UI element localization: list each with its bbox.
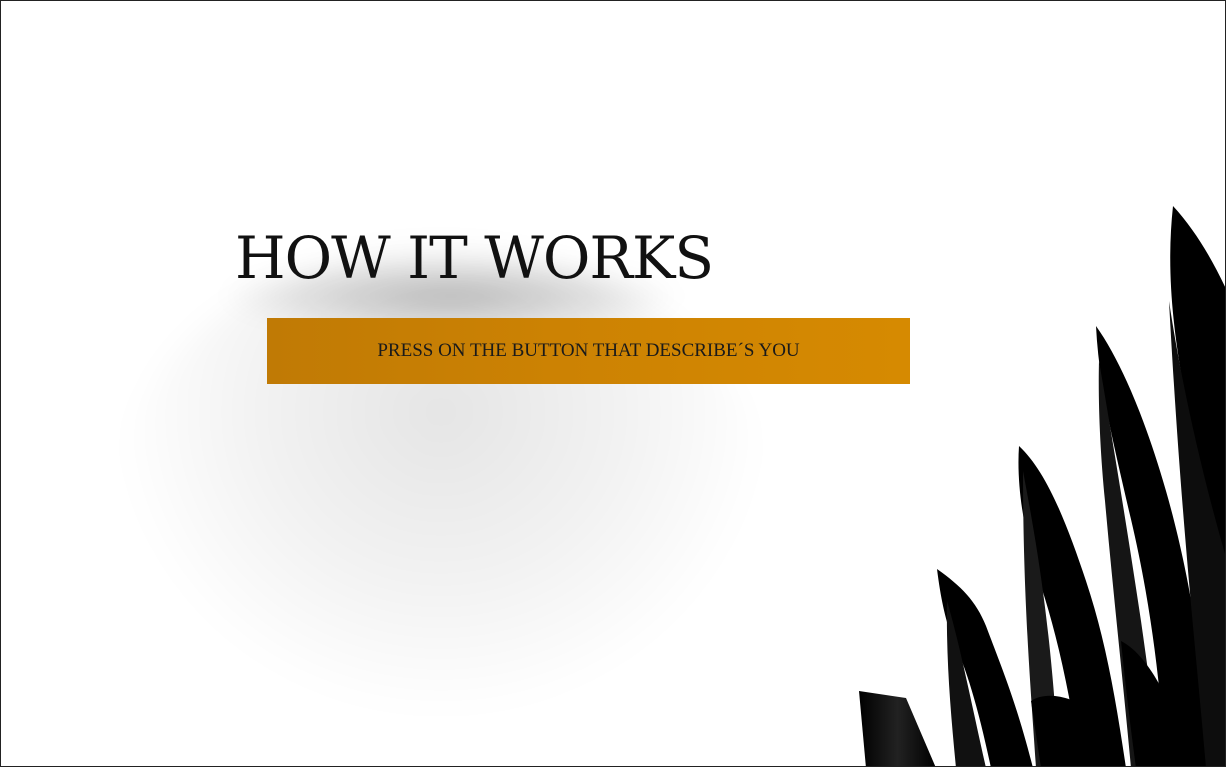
ribbon-shape [1096,326,1213,766]
ribbon-shape [859,691,936,766]
ribbon-shape [937,569,1033,766]
ribbon-shape [1018,446,1126,766]
ribbon-shape [1023,471,1059,766]
ribbon-shape [1031,695,1111,766]
slide-canvas: HOW IT WORKS PRESS ON THE BUTTON THAT DE… [0,0,1226,767]
ribbon-shape [1098,361,1159,766]
ribbon-shape [1170,206,1225,591]
page-title: HOW IT WORKS [235,224,714,292]
ribbon-shape [946,601,986,766]
describe-you-button[interactable]: PRESS ON THE BUTTON THAT DESCRIBE´S YOU [267,318,910,384]
ribbon-shape [1121,641,1186,766]
ribbon-shape [1169,301,1225,766]
describe-you-button-label: PRESS ON THE BUTTON THAT DESCRIBE´S YOU [377,340,800,361]
